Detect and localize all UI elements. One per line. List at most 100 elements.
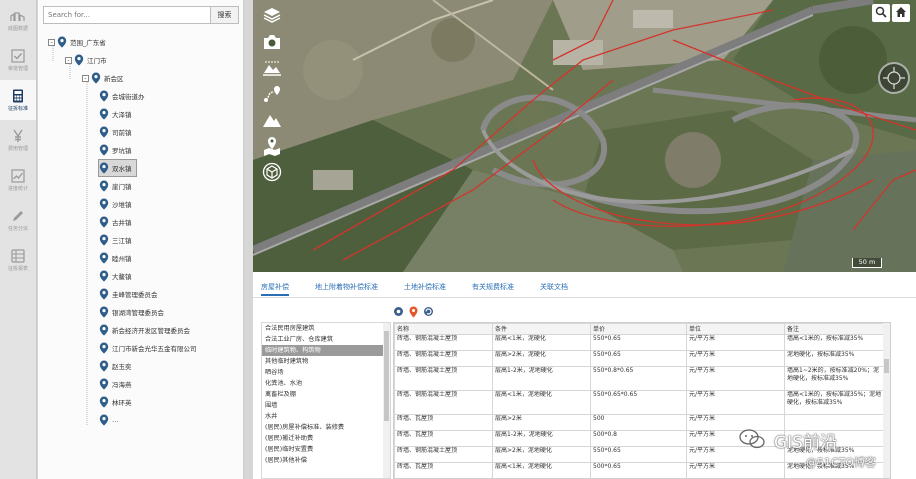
cell-remark: 墙高<1米的，按标准减35%；泥地硬化，按标准减35% <box>784 390 885 415</box>
column-header-unit[interactable]: 单位 <box>686 323 785 335</box>
tree-node-label: 沙堆镇 <box>112 201 132 209</box>
city-icon <box>10 9 26 23</box>
location-pin-icon <box>99 216 109 228</box>
column-header-condition[interactable]: 条件 <box>492 323 591 335</box>
cell-unit-price: 500*0.8 <box>590 430 687 447</box>
rail-item-basemap[interactable]: 底图数据 <box>0 0 36 40</box>
tree-expander-icon[interactable]: - <box>65 56 72 64</box>
table-icon <box>10 248 26 263</box>
rail-item-fees[interactable]: 费用管理 <box>0 120 36 160</box>
tab-related-documents[interactable]: 关联文档 <box>540 280 568 296</box>
terrain-profile-tool[interactable] <box>259 108 284 134</box>
search-icon <box>875 6 887 20</box>
tree-node[interactable]: 沙堆镇 <box>99 196 132 212</box>
model-tool[interactable] <box>259 160 284 186</box>
tree-node[interactable]: 冯海燕 <box>99 376 132 392</box>
route-tool[interactable] <box>259 82 284 108</box>
tree-node[interactable]: - 范围_广东省 <box>48 34 106 50</box>
category-scroll-thumb[interactable] <box>384 331 389 421</box>
category-item[interactable]: 禽畜栏及棚 <box>262 389 390 400</box>
tab-fee-standards[interactable]: 有关规费标准 <box>472 280 514 296</box>
column-header-name[interactable]: 名称 <box>394 323 493 335</box>
marker-button[interactable] <box>408 306 419 317</box>
navigation-compass[interactable] <box>878 62 910 94</box>
tree-node[interactable]: 睦州镇 <box>99 250 132 266</box>
column-header-unit-price[interactable]: 单价 <box>590 323 687 335</box>
table-header-row: 名称 条件 单价 单位 备注 <box>394 323 885 335</box>
map-home-button[interactable] <box>892 4 910 22</box>
cell-unit-price: 550*0.65 <box>590 446 687 463</box>
tree-node[interactable]: 罗坑镇 <box>99 142 132 158</box>
tab-attachments-standard[interactable]: 地上附着物补偿标准 <box>315 280 378 296</box>
tree-expander-icon[interactable]: - <box>82 74 89 82</box>
rail-item-standards[interactable]: 征拆标准 <box>0 80 36 120</box>
category-item[interactable]: (居民)搬迁补助费 <box>262 433 390 444</box>
map-toolbar <box>259 4 284 186</box>
table-scroll-thumb[interactable] <box>884 359 889 373</box>
cell-condition: 层高<1米，泥地硬化 <box>492 390 591 415</box>
location-pin-icon <box>99 252 109 264</box>
tree-node[interactable]: 赵玉奕 <box>99 358 132 374</box>
tree-search-input[interactable] <box>43 6 211 24</box>
cell-condition: 层高<1米，泥地硬化 <box>492 462 591 478</box>
layers-tool[interactable] <box>259 4 284 30</box>
column-header-remark[interactable]: 备注 <box>784 323 885 335</box>
location-pin-icon <box>99 108 109 120</box>
table-row[interactable]: 砖墙、钢筋混凝土屋顶 层高<1米，泥硬化 550*0.65 元/平方米 墙高<1米的，按… <box>394 334 885 351</box>
tree-node[interactable]: 会城街道办 <box>99 88 145 104</box>
tree-node[interactable]: 林环英 <box>99 394 132 410</box>
screenshot-tool[interactable] <box>259 30 284 56</box>
rail-item-approval[interactable]: 审批管理 <box>0 40 36 80</box>
locate-button[interactable] <box>393 306 404 317</box>
placemark-tool[interactable] <box>259 134 284 160</box>
rail-item-reports[interactable]: 征拆报表 <box>0 240 36 280</box>
category-scrollbar[interactable] <box>383 323 390 478</box>
table-row[interactable]: 砖墙、钢筋混凝土屋顶 层高1-2米，泥地硬化 550*0.8*0.65 元/平方米 墙高… <box>394 366 885 391</box>
refresh-button[interactable] <box>423 306 434 317</box>
cell-unit-price: 500*0.65 <box>590 462 687 478</box>
rail-item-tasks[interactable]: 任务分派 <box>0 200 36 240</box>
tree-node[interactable]: 新会经济开发区管理委员会 <box>99 322 190 338</box>
category-item[interactable]: 临时建筑物、构筑物 <box>262 345 390 356</box>
cell-unit-price: 550*0.65 <box>590 334 687 351</box>
category-item[interactable]: 合法工业厂房、仓库建筑 <box>262 334 390 345</box>
category-item[interactable]: 水井 <box>262 411 390 422</box>
map-search-button[interactable] <box>872 4 890 22</box>
tab-house-compensation[interactable]: 房屋补偿 <box>261 280 289 296</box>
category-item[interactable]: (居民)临时安置费 <box>262 444 390 455</box>
category-item[interactable]: (居民)其他补偿 <box>262 455 390 466</box>
location-pin-icon <box>99 306 109 318</box>
watermark-subtitle: @51CTO博客 <box>806 456 877 469</box>
category-item[interactable]: 化粪池、水池 <box>262 378 390 389</box>
tree-node[interactable]: 银湖湾管理委员会 <box>99 304 164 320</box>
category-item[interactable]: (居民)房屋补偿标准、装修费 <box>262 422 390 433</box>
location-pin-icon <box>99 180 109 192</box>
tree-node[interactable]: 三江镇 <box>99 232 132 248</box>
tree-node[interactable]: … <box>99 412 119 428</box>
tab-land-compensation[interactable]: 土地补偿标准 <box>404 280 446 296</box>
tree-node[interactable]: - 江门市 <box>65 52 107 68</box>
tree-node[interactable]: 崖门镇 <box>99 178 132 194</box>
map-scale-bar: 50 m <box>852 258 882 268</box>
map-view[interactable]: 50 m <box>253 0 916 272</box>
category-item[interactable]: 合法民用房屋建筑 <box>262 323 390 334</box>
category-item[interactable]: 晒谷场 <box>262 367 390 378</box>
table-row[interactable]: 砖墙、钢筋混凝土屋顶 层高>2米，泥硬化 550*0.65 元/平方米 泥地硬化，按标准… <box>394 350 885 367</box>
tree-node[interactable]: - 新会区 <box>82 70 124 86</box>
tree-node[interactable]: 司前镇 <box>99 124 132 140</box>
rail-item-progress[interactable]: 进度统计 <box>0 160 36 200</box>
tree-node[interactable]: 江门市新会光华五金有限公司 <box>99 340 197 356</box>
tree-node[interactable]: 圭峰管理委员会 <box>99 286 158 302</box>
terrain-grid-tool[interactable] <box>259 56 284 82</box>
tree-search-button[interactable]: 搜索 <box>211 6 239 24</box>
tree-node[interactable]: 古井镇 <box>99 214 132 230</box>
chart-icon <box>10 168 26 183</box>
category-item[interactable]: 其他临时建筑物 <box>262 356 390 367</box>
table-row[interactable]: 砖墙、钢筋混凝土屋顶 层高<1米，泥地硬化 550*0.65*0.65 元/平方米 墙高… <box>394 390 885 415</box>
tree-node[interactable]: 双水镇 <box>98 159 137 177</box>
tree-node[interactable]: 大鳌镇 <box>99 268 132 284</box>
cell-condition: 层高1-2米，泥地硬化 <box>492 430 591 447</box>
tree-expander-icon[interactable]: - <box>48 38 55 46</box>
tree-node[interactable]: 大泽镇 <box>99 106 132 122</box>
category-item[interactable]: 围墙 <box>262 400 390 411</box>
